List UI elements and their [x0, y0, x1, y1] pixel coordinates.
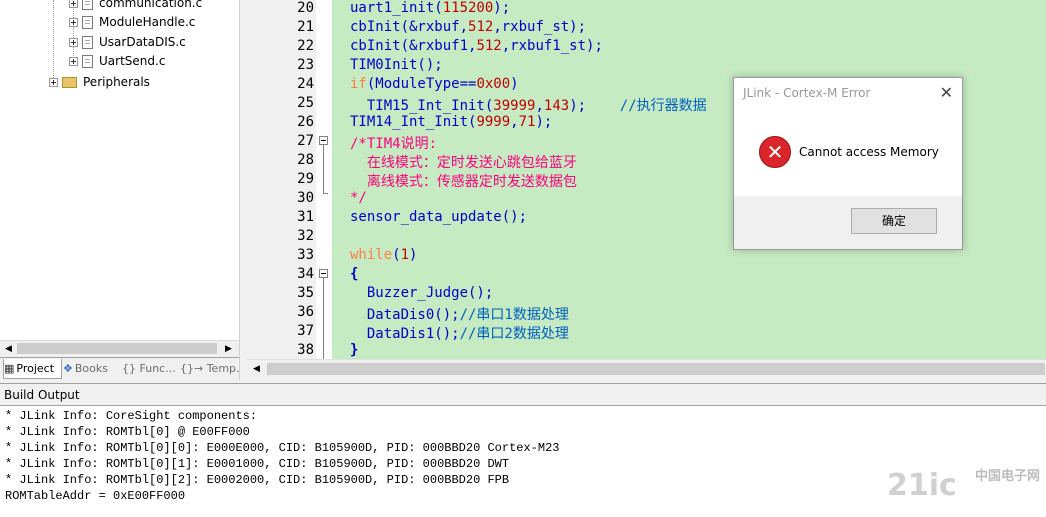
- code-line: }: [350, 342, 359, 358]
- code-line: while(1): [350, 247, 418, 263]
- line-number: 31: [297, 209, 314, 225]
- fold-collapse-icon[interactable]: [319, 269, 328, 278]
- output-line: * JLink Info: ROMTbl[0][0]: E000E000, CI…: [5, 441, 560, 455]
- error-dialog: JLink - Cortex-M Error ✕ ✕ Cannot access…: [733, 77, 963, 250]
- project-panel-tabs: ▦ Project ❖ Books {} Func... {}→ Temp...: [0, 357, 247, 380]
- code-line: cbInit(&rxbuf1,512,rxbuf1_st);: [350, 38, 603, 54]
- line-number: 37: [297, 323, 314, 339]
- code-line: if(ModuleType==0x00): [350, 76, 519, 92]
- scroll-right-icon[interactable]: ▶: [225, 344, 232, 354]
- code-line: */: [350, 190, 367, 206]
- line-number: 23: [297, 57, 314, 73]
- expand-icon[interactable]: [69, 0, 78, 8]
- watermark-subtext: 中国电子网: [975, 469, 1041, 484]
- close-icon[interactable]: ✕: [940, 83, 953, 102]
- tree-item-label: UartSend.c: [99, 54, 166, 68]
- tree-guide-line: [53, 0, 54, 82]
- line-number: 24: [297, 76, 314, 92]
- line-number: 34: [297, 266, 314, 282]
- tree-item-file[interactable]: ModuleHandle.c: [69, 12, 195, 32]
- fold-guide-line: [323, 145, 324, 193]
- code-line: TIM15_Int_Init(39999,143); //执行器数据: [350, 98, 707, 114]
- code-line: 在线模式：定时发送心跳包给蓝牙: [350, 155, 577, 171]
- output-line: * JLink Info: ROMTbl[0] @ E00FF000: [5, 425, 250, 439]
- scroll-left-icon[interactable]: ◀: [5, 344, 12, 354]
- tree-item-file[interactable]: UsarDataDIS.c: [69, 32, 186, 52]
- line-number: 33: [297, 247, 314, 263]
- tab-functions[interactable]: {} Func...: [122, 359, 177, 378]
- watermark-logo: 21ic: [887, 468, 957, 503]
- code-line: TIM14_Int_Init(9999,71);: [350, 114, 553, 130]
- line-number: 36: [297, 304, 314, 320]
- expand-icon[interactable]: [69, 17, 78, 27]
- scroll-thumb[interactable]: [267, 363, 1045, 375]
- line-number: 32: [297, 228, 314, 244]
- c-file-icon: [82, 0, 93, 10]
- tree-item-file[interactable]: UartSend.c: [69, 51, 165, 71]
- tab-project[interactable]: ▦ Project: [3, 359, 62, 379]
- line-number: 29: [297, 171, 314, 187]
- tree-item-label: ModuleHandle.c: [99, 15, 196, 29]
- scroll-thumb[interactable]: [17, 343, 217, 354]
- code-line: uart1_init(115200);: [350, 0, 511, 16]
- output-line: * JLink Info: ROMTbl[0][2]: E0002000, CI…: [5, 473, 510, 487]
- tree-item-folder[interactable]: Peripherals: [49, 72, 150, 92]
- fold-collapse-icon[interactable]: [319, 136, 328, 145]
- code-line: TIM0Init();: [350, 57, 443, 73]
- error-icon: ✕: [759, 136, 791, 168]
- code-line: Buzzer_Judge();: [350, 285, 494, 301]
- tab-books[interactable]: ❖ Books: [63, 359, 118, 378]
- output-line: * JLink Info: ROMTbl[0][1]: E0001000, CI…: [5, 457, 510, 471]
- scroll-left-icon[interactable]: ◀: [253, 364, 260, 374]
- line-number: 35: [297, 285, 314, 301]
- dialog-footer: 确定: [734, 196, 962, 249]
- line-number: 27: [297, 133, 314, 149]
- c-file-icon: [82, 54, 93, 68]
- project-tree[interactable]: communication.c ModuleHandle.c UsarDataD…: [0, 0, 239, 340]
- code-line: sensor_data_update();: [350, 209, 528, 225]
- project-icon: ▦: [4, 362, 15, 375]
- books-icon: ❖: [63, 362, 73, 375]
- c-file-icon: [82, 15, 93, 29]
- tab-templates[interactable]: {}→ Temp...: [180, 359, 247, 378]
- expand-icon[interactable]: [69, 56, 78, 66]
- tree-item-label: Peripherals: [83, 75, 150, 89]
- expand-icon[interactable]: [69, 37, 78, 47]
- tree-item-label: communication.c: [99, 0, 203, 10]
- folder-icon: [62, 76, 77, 88]
- code-line: 离线模式：传感器定时发送数据包: [350, 174, 577, 190]
- fold-guide-end: [323, 193, 328, 194]
- ok-button[interactable]: 确定: [851, 208, 937, 234]
- code-line: /*TIM4说明:: [350, 136, 438, 152]
- build-output-title: Build Output: [0, 383, 1046, 405]
- code-line: DataDis0();//串口1数据处理: [350, 307, 569, 323]
- output-line: ROMTableAddr = 0xE00FF000: [5, 489, 186, 503]
- line-number: 30: [297, 190, 314, 206]
- expand-icon[interactable]: [49, 77, 58, 87]
- tree-item-label: UsarDataDIS.c: [99, 35, 186, 49]
- tree-horizontal-scrollbar[interactable]: ◀ ▶: [0, 340, 239, 357]
- code-line: {: [350, 266, 359, 282]
- dialog-message: Cannot access Memory: [799, 145, 939, 159]
- output-line: * JLink Info: CoreSight components:: [5, 409, 258, 423]
- line-number: 26: [297, 114, 314, 130]
- line-number: 20: [297, 0, 314, 16]
- line-number: 22: [297, 38, 314, 54]
- c-file-icon: [82, 35, 93, 49]
- dialog-title: JLink - Cortex-M Error: [743, 86, 871, 100]
- code-line: cbInit(&rxbuf,512,rxbuf_st);: [350, 19, 587, 35]
- line-number: 28: [297, 152, 314, 168]
- editor-horizontal-scrollbar[interactable]: ◀: [247, 359, 1046, 378]
- line-number: 25: [297, 95, 314, 111]
- line-number: 38: [297, 342, 314, 358]
- code-line: DataDis1();//串口2数据处理: [350, 326, 569, 342]
- line-number: 21: [297, 19, 314, 35]
- fold-guide-line: [323, 278, 324, 359]
- fold-margin: [316, 0, 332, 359]
